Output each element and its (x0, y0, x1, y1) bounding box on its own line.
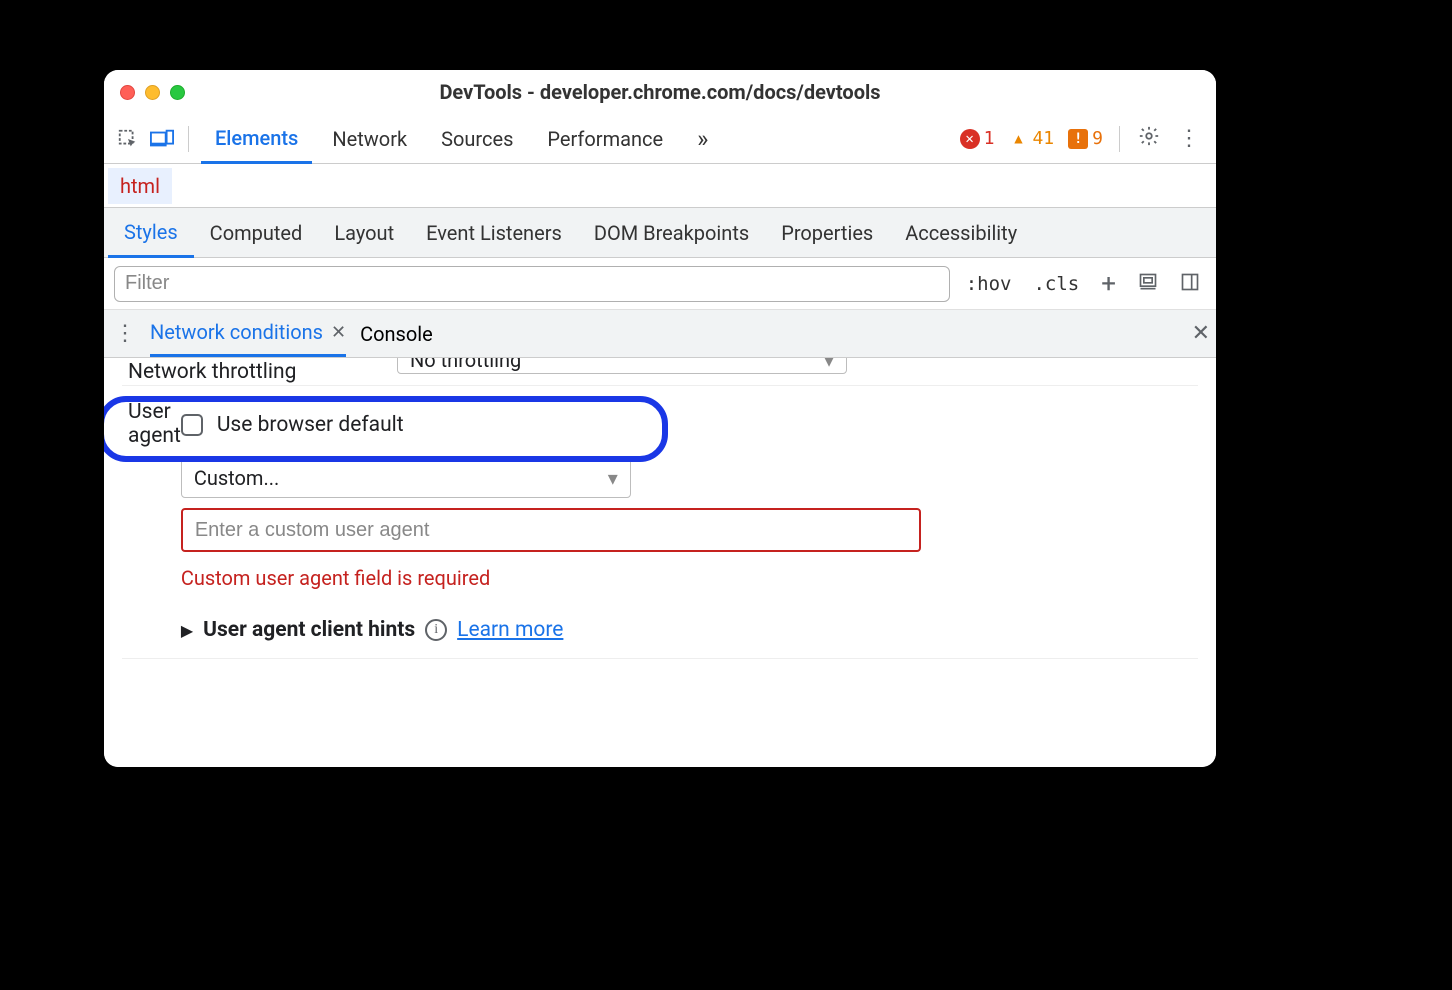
settings-icon[interactable] (1132, 125, 1166, 152)
network-conditions-panel: Network throttling No throttling ▾ User … (104, 358, 1216, 767)
window-controls (120, 85, 185, 100)
issues-badge[interactable]: !9 (1068, 128, 1103, 149)
network-throttling-select[interactable]: No throttling ▾ (397, 358, 847, 374)
warnings-badge[interactable]: ▲41 (1008, 128, 1054, 149)
close-icon[interactable]: ✕ (331, 322, 346, 343)
close-window-button[interactable] (120, 85, 135, 100)
divider (188, 126, 189, 152)
use-browser-default-label: Use browser default (217, 413, 404, 437)
drawer-more-icon[interactable]: ⋮ (114, 321, 136, 346)
drawer-tabbar: ⋮ Network conditions ✕ Console ✕ (104, 310, 1216, 358)
warnings-count: 41 (1032, 128, 1054, 149)
inspect-icon[interactable] (114, 128, 142, 150)
tab-performance[interactable]: Performance (533, 114, 677, 163)
client-hints-row: ▶ User agent client hints i Learn more (181, 618, 921, 642)
disclosure-triangle-icon[interactable]: ▶ (181, 621, 193, 640)
subtab-layout[interactable]: Layout (318, 208, 410, 257)
subtab-event-listeners[interactable]: Event Listeners (410, 208, 578, 257)
errors-badge[interactable]: ✕1 (960, 128, 995, 149)
error-icon: ✕ (960, 129, 980, 149)
new-style-rule-icon[interactable]: + (1095, 269, 1122, 299)
subtab-styles[interactable]: Styles (108, 209, 194, 258)
tab-sources[interactable]: Sources (427, 114, 527, 163)
zoom-window-button[interactable] (170, 85, 185, 100)
network-throttling-row: Network throttling No throttling ▾ (122, 358, 1198, 386)
select-value: No throttling (410, 358, 521, 372)
issues-count: 9 (1092, 128, 1103, 149)
select-value: Custom... (194, 466, 279, 490)
styles-filter-input[interactable] (114, 266, 950, 302)
drawer-tab-label: Console (360, 322, 433, 346)
window-title: DevTools - developer.chrome.com/docs/dev… (104, 80, 1216, 104)
devtools-window: DevTools - developer.chrome.com/docs/dev… (104, 70, 1216, 767)
tab-elements[interactable]: Elements (201, 115, 312, 164)
dom-breadcrumb-bar: html (104, 164, 1216, 208)
drawer-tab-network-conditions[interactable]: Network conditions ✕ (150, 310, 346, 357)
divider (1119, 126, 1120, 152)
tab-network[interactable]: Network (318, 114, 421, 163)
learn-more-link[interactable]: Learn more (457, 618, 563, 642)
cls-toggle[interactable]: .cls (1027, 273, 1085, 295)
device-toggle-icon[interactable] (148, 129, 176, 149)
drawer-tab-label: Network conditions (150, 320, 323, 344)
errors-count: 1 (984, 128, 995, 149)
client-hints-label: User agent client hints (203, 618, 415, 642)
styles-toolbar: :hov .cls + (104, 258, 1216, 310)
issue-icon: ! (1068, 129, 1088, 149)
subtab-accessibility[interactable]: Accessibility (889, 208, 1033, 257)
toggle-sidebar-icon[interactable] (1174, 272, 1206, 296)
network-throttling-label: Network throttling (122, 358, 397, 385)
main-tabbar: Elements Network Sources Performance » ✕… (104, 114, 1216, 164)
warning-icon: ▲ (1008, 129, 1028, 149)
subtab-dom-breakpoints[interactable]: DOM Breakpoints (578, 208, 765, 257)
user-agent-select[interactable]: Custom... ▾ (181, 458, 631, 498)
drawer-tab-console[interactable]: Console (360, 322, 433, 346)
more-icon[interactable]: ⋮ (1172, 126, 1206, 151)
user-agent-label: User agent (122, 392, 181, 448)
subtab-computed[interactable]: Computed (194, 208, 319, 257)
elements-subtabs: Styles Computed Layout Event Listeners D… (104, 208, 1216, 258)
hov-toggle[interactable]: :hov (960, 273, 1018, 295)
computed-styles-icon[interactable] (1132, 272, 1164, 296)
subtab-properties[interactable]: Properties (765, 208, 889, 257)
custom-user-agent-input[interactable] (181, 508, 921, 552)
chevron-down-icon: ▾ (824, 358, 834, 372)
minimize-window-button[interactable] (145, 85, 160, 100)
info-icon[interactable]: i (425, 619, 447, 641)
tabs-overflow[interactable]: » (683, 114, 722, 163)
breadcrumb-html[interactable]: html (108, 168, 172, 204)
use-browser-default-checkbox[interactable] (181, 414, 203, 436)
user-agent-error: Custom user agent field is required (181, 566, 921, 590)
titlebar: DevTools - developer.chrome.com/docs/dev… (104, 70, 1216, 114)
chevron-down-icon: ▾ (608, 466, 618, 490)
drawer-close-icon[interactable]: ✕ (1192, 310, 1210, 357)
user-agent-row: User agent Use browser default Custom...… (122, 386, 1198, 659)
use-browser-default-row: Use browser default (181, 402, 921, 448)
